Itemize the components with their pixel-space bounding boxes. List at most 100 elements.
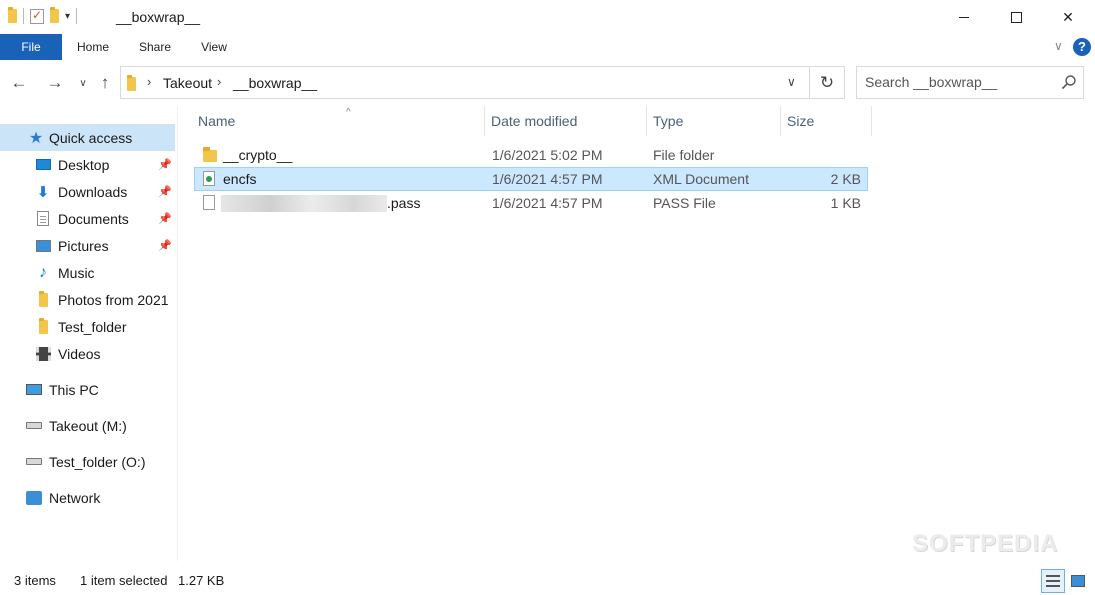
file-list: Name ^ Date modified Type Size __crypto_… xyxy=(178,106,1095,561)
star-icon: ★ xyxy=(28,129,44,147)
tab-file[interactable]: File xyxy=(0,34,62,60)
sidebar-item-label: Pictures xyxy=(58,237,109,254)
breadcrumb-boxwrap[interactable]: __boxwrap__ xyxy=(233,75,317,91)
file-size: 2 KB xyxy=(830,171,861,187)
sidebar-item-music[interactable]: ♪ Music xyxy=(0,259,175,286)
breadcrumb-separator-icon[interactable]: › xyxy=(147,74,151,89)
arrow-left-icon: ← xyxy=(10,73,28,92)
table-row[interactable]: __crypto__ 1/6/2021 5:02 PM File folder xyxy=(194,143,868,167)
folder-icon xyxy=(8,7,17,23)
navigation-bar: ← → ∨ ↑ › Takeout › __boxwrap__ ∨ ↻ xyxy=(0,60,1095,106)
tab-home[interactable]: Home xyxy=(62,34,124,60)
sidebar-item-videos[interactable]: Videos xyxy=(0,340,175,367)
column-header-date-modified[interactable]: Date modified xyxy=(485,106,647,136)
search-input[interactable] xyxy=(865,74,1055,90)
selection-count: 1 item selected xyxy=(80,573,168,588)
status-bar: 3 items 1 item selected 1.27 KB xyxy=(0,561,1095,595)
this-pc-icon-wrap xyxy=(26,382,42,398)
help-icon[interactable]: ? xyxy=(1073,38,1091,56)
selection-size: 1.27 KB xyxy=(178,573,225,588)
column-label: Name xyxy=(198,113,236,129)
up-button[interactable]: ↑ xyxy=(94,72,116,94)
address-bar[interactable]: › Takeout › __boxwrap__ ∨ xyxy=(120,66,810,99)
breadcrumb-separator-icon[interactable]: › xyxy=(217,74,221,89)
drive-icon-wrap xyxy=(26,454,42,470)
drive-icon-wrap xyxy=(26,418,42,434)
pictures-icon xyxy=(35,239,51,252)
search-icon xyxy=(1061,75,1076,90)
details-view-icon xyxy=(1046,575,1060,587)
pin-icon[interactable]: 📌 xyxy=(158,185,172,198)
file-date: 1/6/2021 4:57 PM xyxy=(492,195,603,211)
divider xyxy=(76,8,78,24)
search-box[interactable] xyxy=(856,66,1084,99)
sidebar-item-label: This PC xyxy=(49,381,99,398)
navigation-pane: ★ Quick access Desktop 📌 ⬇ Downloads 📌 D… xyxy=(0,106,178,561)
refresh-button[interactable]: ↻ xyxy=(810,66,845,99)
item-count: 3 items xyxy=(14,573,56,588)
file-type: PASS File xyxy=(653,195,716,211)
sidebar-item-takeout-drive[interactable]: Takeout (M:) xyxy=(0,412,175,439)
sidebar-item-label: Photos from 2021 xyxy=(58,291,169,308)
maximize-button[interactable] xyxy=(990,0,1042,34)
title-bar: ▾ __boxwrap__ ✕ xyxy=(0,0,1095,34)
pin-icon[interactable]: 📌 xyxy=(158,239,172,252)
table-row[interactable]: encfs 1/6/2021 4:57 PM XML Document 2 KB xyxy=(194,167,868,191)
minimize-button[interactable] xyxy=(938,0,990,34)
recent-locations-button[interactable]: ∨ xyxy=(72,72,94,94)
file-date: 1/6/2021 5:02 PM xyxy=(492,147,603,163)
large-icons-view-icon xyxy=(1071,575,1085,587)
column-header-type[interactable]: Type xyxy=(647,106,781,136)
file-name: .pass xyxy=(387,195,421,211)
sidebar-item-test-folder[interactable]: Test_folder xyxy=(0,313,175,340)
sidebar-item-this-pc[interactable]: This PC xyxy=(0,376,175,403)
documents-icon-wrap xyxy=(35,211,51,227)
table-row[interactable]: .pass 1/6/2021 4:57 PM PASS File 1 KB xyxy=(194,191,868,215)
sidebar-item-label: Videos xyxy=(58,345,101,362)
sidebar-item-documents[interactable]: Documents 📌 xyxy=(0,205,175,232)
new-folder-icon[interactable] xyxy=(50,7,59,23)
sidebar-item-label: Network xyxy=(49,489,101,506)
window-title: __boxwrap__ xyxy=(116,9,201,25)
drive-icon xyxy=(26,458,42,465)
sidebar-item-label: Test_folder (O:) xyxy=(49,453,146,470)
file-size: 1 KB xyxy=(830,195,861,211)
sidebar-item-label: Music xyxy=(58,264,95,281)
sidebar-item-test-folder-drive[interactable]: Test_folder (O:) xyxy=(0,448,175,475)
column-headers: Name ^ Date modified Type Size xyxy=(178,106,1095,136)
properties-icon[interactable] xyxy=(30,8,44,24)
tab-view[interactable]: View xyxy=(186,34,242,60)
sidebar-item-pictures[interactable]: Pictures 📌 xyxy=(0,232,175,259)
refresh-icon: ↻ xyxy=(819,72,835,92)
pin-icon[interactable]: 📌 xyxy=(158,212,172,225)
customize-toolbar-chevron-icon[interactable]: ▾ xyxy=(65,11,70,22)
pin-icon[interactable]: 📌 xyxy=(158,158,172,171)
sidebar-item-photos-from-2021[interactable]: Photos from 2021 xyxy=(0,286,175,313)
pictures-icon-wrap xyxy=(35,238,51,254)
folder-icon xyxy=(38,317,48,334)
large-icons-view-button[interactable] xyxy=(1066,569,1090,593)
file-type: File folder xyxy=(653,147,715,163)
sidebar-item-quick-access[interactable]: ★ Quick access xyxy=(0,124,175,151)
sidebar-item-desktop[interactable]: Desktop 📌 xyxy=(0,151,175,178)
divider xyxy=(23,8,24,24)
address-history-chevron-icon[interactable]: ∨ xyxy=(787,75,796,89)
sort-ascending-icon: ^ xyxy=(346,107,351,118)
tab-share[interactable]: Share xyxy=(124,34,186,60)
back-button[interactable]: ← xyxy=(8,72,30,94)
close-icon: ✕ xyxy=(1062,8,1074,25)
breadcrumb-takeout[interactable]: Takeout xyxy=(163,75,212,91)
details-view-button[interactable] xyxy=(1041,569,1065,593)
forward-button[interactable]: → xyxy=(44,72,66,94)
file-type: XML Document xyxy=(653,171,749,187)
softpedia-watermark: SOFTPEDIA xyxy=(912,530,1059,557)
arrow-right-icon: → xyxy=(46,73,64,92)
sidebar-item-downloads[interactable]: ⬇ Downloads 📌 xyxy=(0,178,175,205)
file-date: 1/6/2021 4:57 PM xyxy=(492,171,603,187)
close-button[interactable]: ✕ xyxy=(1042,0,1094,34)
expand-ribbon-chevron-icon[interactable]: ∨ xyxy=(1054,39,1063,53)
maximize-icon xyxy=(1010,11,1022,23)
column-header-size[interactable]: Size xyxy=(781,106,872,136)
column-header-name[interactable]: Name ^ xyxy=(192,106,485,136)
sidebar-item-network[interactable]: Network xyxy=(0,484,175,511)
